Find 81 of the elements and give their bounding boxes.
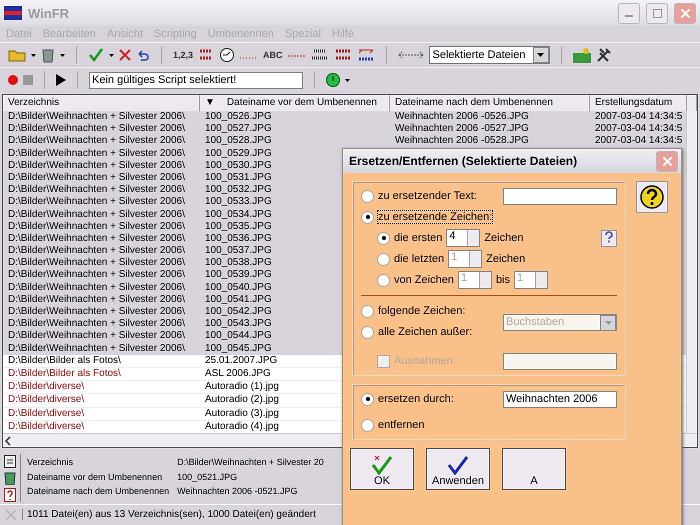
- table-cell: D:\Bilder\Weihnachten + Silvester 2006\: [8, 306, 185, 318]
- table-cell: 100_0526.JPG: [205, 111, 272, 124]
- table-cell: 100_0530.JPG: [205, 160, 272, 172]
- table-cell: ASL 2006.JPG: [205, 368, 271, 380]
- table-cell: 100_0531.JPG: [205, 172, 272, 184]
- table-cell: 100_0544.JPG: [205, 330, 272, 343]
- table-cell: Weihnachten 2006 -0528.JPG: [395, 135, 529, 148]
- table-cell: Weihnachten 2006 -0526.JPG: [395, 111, 529, 124]
- table-cell: Autoradio (2).jpg: [205, 394, 279, 406]
- table-cell: D:\Bilder\Weihnachten + Silvester 2006\: [8, 196, 185, 208]
- table-cell: D:\Bilder\Bilder als Fotos\: [8, 368, 121, 380]
- table-cell: 2007-03-04 14:34:5: [595, 111, 682, 124]
- option-label: die ersten: [394, 232, 442, 244]
- table-cell: Autoradio (4).jpg: [205, 420, 279, 433]
- table-cell: D:\Bilder\Weihnachten + Silvester 2006\: [8, 269, 185, 282]
- table-cell: D:\Bilder\Weihnachten + Silvester 2006\: [8, 172, 185, 184]
- unit-label: Zeichen: [486, 253, 526, 265]
- detail-label: Dateiname nach dem Umbenennen: [27, 485, 170, 498]
- table-cell: D:\Bilder\Weihnachten + Silvester 2006\: [8, 123, 185, 136]
- table-cell: 100_0529.JPG: [205, 148, 272, 160]
- option-label: ersetzen durch:: [378, 393, 454, 405]
- unit-label: Zeichen: [484, 232, 524, 244]
- table-cell: D:\Bilder\Bilder als Fotos\: [8, 354, 121, 367]
- detail-label: Dateiname vor dem Umbenennen: [27, 470, 162, 484]
- table-cell: D:\Bilder\Weihnachten + Silvester 2006\: [8, 342, 185, 355]
- option-label: von Zeichen: [394, 274, 454, 286]
- table-cell: D:\Bilder\diverse\: [8, 408, 84, 420]
- table-cell: 2007-03-04 14:34:5: [595, 135, 682, 148]
- table-cell: 100_0532.JPG: [205, 184, 272, 196]
- detail-value: 100_0521.JPG: [177, 470, 238, 484]
- table-cell: D:\Bilder\Weihnachten + Silvester 2006\: [8, 257, 185, 270]
- table-cell: D:\Bilder\Weihnachten + Silvester 2006\: [8, 208, 185, 221]
- table-cell: 25.01.2007.JPG: [205, 354, 278, 367]
- table-cell: 100_0543.JPG: [205, 318, 272, 330]
- detail-value: Weihnachten 2006 -0521.JPG: [177, 485, 298, 498]
- table-cell: Autoradio (3).jpg: [205, 408, 279, 420]
- table-cell: D:\Bilder\Weihnachten + Silvester 2006\: [8, 232, 185, 246]
- table-cell: 100_0534.JPG: [205, 208, 272, 221]
- option-label: alle Zeichen außer:: [378, 326, 472, 338]
- window-title: WinFR: [28, 6, 70, 20]
- table-cell: D:\Bilder\Weihnachten + Silvester 2006\: [8, 184, 185, 196]
- table-cell: 100_0540.JPG: [205, 282, 272, 294]
- table-cell: D:\Bilder\Weihnachten + Silvester 2006\: [8, 318, 185, 330]
- table-cell: D:\Bilder\Weihnachten + Silvester 2006\: [8, 135, 185, 148]
- table-cell: 100_0545.JPG: [205, 342, 272, 355]
- table-cell: D:\Bilder\Weihnachten + Silvester 2006\: [8, 245, 185, 258]
- table-cell: 100_0541.JPG: [205, 294, 272, 306]
- option-label: Ausnahmen:: [394, 355, 456, 367]
- table-cell: 100_0538.JPG: [205, 257, 272, 270]
- option-label: zu ersetzende Zeichen:: [378, 211, 492, 223]
- option-label: folgende Zeichen:: [378, 305, 466, 317]
- table-cell: Weihnachten 2006 -0527.JPG: [395, 123, 529, 136]
- table-cell: D:\Bilder\diverse\: [8, 381, 84, 394]
- table-cell: D:\Bilder\Weihnachten + Silvester 2006\: [8, 148, 185, 160]
- table-cell: 100_0533.JPG: [205, 196, 272, 208]
- detail-value: D:\Bilder\Weihnachten + Silvester 20: [177, 456, 324, 469]
- table-cell: D:\Bilder\Weihnachten + Silvester 2006\: [8, 294, 185, 306]
- table-cell: 100_0528.JPG: [205, 135, 272, 148]
- option-label: zu ersetzender Text:: [378, 190, 477, 202]
- table-cell: 100_0542.JPG: [205, 306, 272, 318]
- table-cell: D:\Bilder\Weihnachten + Silvester 2006\: [8, 220, 185, 233]
- dialog-title: Ersetzen/Entfernen (Selektierte Dateien): [349, 154, 578, 168]
- table-cell: D:\Bilder\diverse\: [8, 394, 84, 406]
- table-cell: 100_0527.JPG: [205, 123, 272, 136]
- status-text: 1011 Datei(en) aus 13 Verzeichnis(sen), 1000 Datei(en) geändert: [22, 509, 316, 520]
- table-cell: 2007-03-04 14:34:5: [595, 123, 682, 136]
- table-cell: 100_0537.JPG: [205, 245, 272, 258]
- table-cell: 100_0535.JPG: [205, 220, 272, 233]
- table-cell: 100_0536.JPG: [205, 232, 272, 246]
- table-cell: D:\Bilder\Weihnachten + Silvester 2006\: [8, 282, 185, 294]
- table-cell: Autoradio (1).jpg: [205, 381, 279, 394]
- detail-label: Verzeichnis: [27, 456, 74, 469]
- table-cell: D:\Bilder\diverse\: [8, 420, 84, 433]
- table-cell: 100_0539.JPG: [205, 269, 272, 282]
- unit-label: bis: [496, 274, 510, 286]
- table-cell: D:\Bilder\Weihnachten + Silvester 2006\: [8, 160, 185, 172]
- sort-indicator: ▼: [205, 96, 215, 110]
- table-cell: D:\Bilder\Weihnachten + Silvester 2006\: [8, 111, 185, 124]
- option-label: entfernen: [378, 419, 424, 431]
- option-label: die letzten: [394, 253, 444, 265]
- table-cell: D:\Bilder\Weihnachten + Silvester 2006\: [8, 330, 185, 343]
